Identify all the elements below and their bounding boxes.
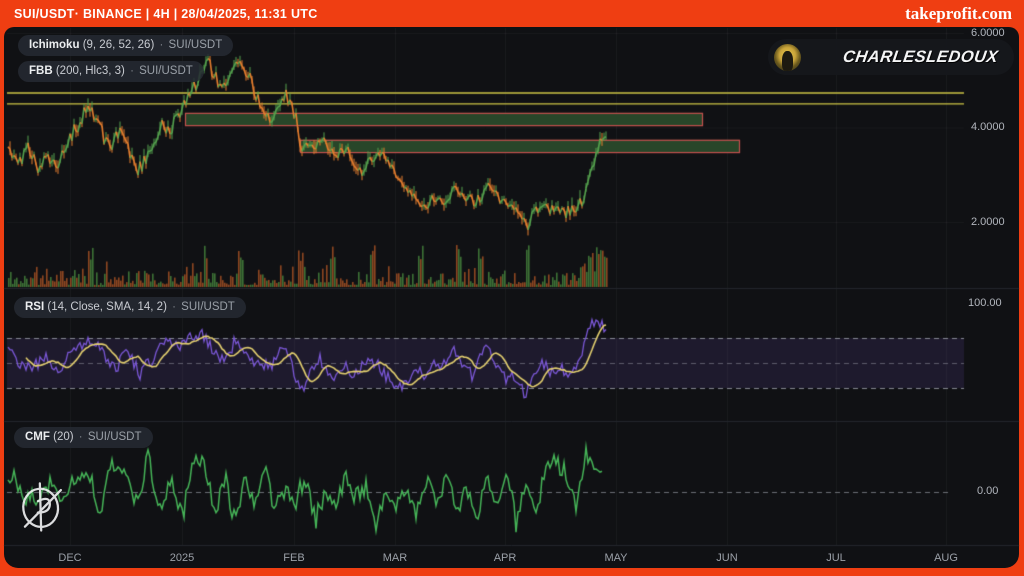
indicator-symbol: SUI/USDT [88, 431, 142, 443]
indicator-label-ichimoku[interactable]: Ichimoku (9, 26, 52, 26) · SUI/USDT [18, 35, 233, 56]
indicator-symbol: SUI/USDT [181, 301, 235, 313]
indicator-label-fbb[interactable]: FBB (200, Hlc3, 3) · SUI/USDT [18, 61, 204, 82]
chart-canvas[interactable] [0, 0, 1024, 576]
indicator-name: CMF [25, 431, 50, 443]
cmf-axis-label: 0.00 [977, 485, 998, 497]
indicator-symbol: SUI/USDT [169, 39, 223, 51]
time-axis-label: JUL [826, 552, 846, 564]
time-axis-label: DEC [58, 552, 81, 564]
indicator-params: (9, 26, 52, 26) [83, 39, 155, 51]
separator-dot: · [158, 39, 166, 51]
indicator-label-cmf[interactable]: CMF (20) · SUI/USDT [14, 427, 153, 448]
indicator-symbol: SUI/USDT [139, 65, 193, 77]
time-axis-label: MAR [383, 552, 407, 564]
time-axis-label: MAY [604, 552, 627, 564]
separator-dot: · [128, 65, 136, 77]
rsi-axis-label: 100.00 [968, 297, 1002, 309]
time-axis-label: AUG [934, 552, 958, 564]
author-name: CHARLESLEDOUX [800, 48, 1016, 67]
indicator-params: (20) [53, 431, 73, 443]
indicator-params: (200, Hlc3, 3) [56, 65, 125, 77]
price-axis-label: 4.0000 [971, 121, 1005, 133]
price-axis-label: 6.0000 [971, 27, 1005, 39]
signature-logo-icon [12, 471, 72, 540]
indicator-name: Ichimoku [29, 39, 79, 51]
indicator-name: RSI [25, 301, 44, 313]
author-badge: CHARLESLEDOUX [768, 39, 1014, 75]
separator-dot: · [77, 431, 85, 443]
price-axis-label: 2.0000 [971, 216, 1005, 228]
time-axis-label: JUN [716, 552, 737, 564]
time-axis-label: APR [494, 552, 517, 564]
time-axis-label: 2025 [170, 552, 194, 564]
indicator-name: FBB [29, 65, 53, 77]
indicator-label-rsi[interactable]: RSI (14, Close, SMA, 14, 2) · SUI/USDT [14, 297, 246, 318]
separator-dot: · [170, 301, 178, 313]
indicator-params: (14, Close, SMA, 14, 2) [47, 301, 167, 313]
trading-chart-page: SUI/USDT· BINANCE | 4H | 28/04/2025, 11:… [0, 0, 1024, 576]
time-axis-label: FEB [283, 552, 304, 564]
charlesledoux-avatar-icon [774, 44, 801, 71]
